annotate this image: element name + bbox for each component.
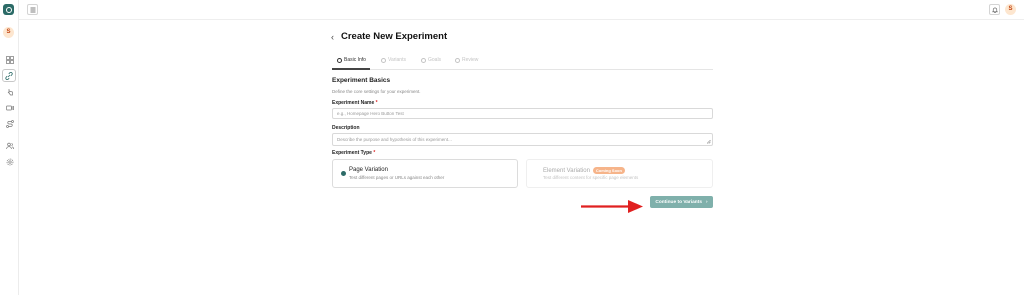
type-option-page-variation[interactable]: Page Variation Test different pages or U… <box>332 159 518 188</box>
settings-gear-icon[interactable] <box>0 155 19 168</box>
experiments-link-icon[interactable] <box>2 69 16 82</box>
experiment-type-label: Experiment Type * <box>332 150 375 156</box>
description-textarea[interactable] <box>332 133 713 146</box>
annotation-arrow-icon <box>581 200 643 213</box>
user-avatar[interactable]: S <box>1005 4 1016 15</box>
notifications-button[interactable] <box>989 4 1000 15</box>
back-chevron-left-icon[interactable]: ‹ <box>331 32 334 42</box>
step-circle-icon <box>337 57 342 63</box>
description-label: Description <box>332 125 360 131</box>
step-label: Basic Info <box>344 57 366 63</box>
step-circle-icon <box>381 57 386 63</box>
sidebar: S <box>0 0 19 295</box>
user-avatar-sidebar[interactable]: S <box>3 27 14 38</box>
step-basic-info[interactable]: Basic Info <box>337 57 366 63</box>
chevron-right-icon: › <box>706 199 708 205</box>
step-label: Variants <box>388 57 406 63</box>
type-option-title: Element Variation Coming Soon <box>543 167 625 174</box>
step-review[interactable]: Review <box>455 57 478 63</box>
experiment-type-label-text: Experiment Type <box>332 150 372 156</box>
continue-button-label: Continue to Variants <box>655 199 703 205</box>
top-bar: S <box>19 0 1024 20</box>
type-option-title: Page Variation <box>349 167 388 173</box>
required-mark: * <box>375 100 378 106</box>
coming-soon-badge: Coming Soon <box>592 167 625 174</box>
type-option-description: Test different content for specific page… <box>543 175 639 180</box>
dashboard-grid-icon[interactable] <box>0 53 19 66</box>
step-label: Goals <box>428 57 442 63</box>
selected-radio-icon[interactable] <box>341 171 346 176</box>
sidebar-toggle-button[interactable] <box>27 4 38 15</box>
app-logo[interactable] <box>3 4 14 15</box>
bell-icon <box>991 7 998 13</box>
route-icon[interactable] <box>0 117 19 130</box>
experiment-name-label-text: Experiment Name <box>332 100 375 106</box>
section-description: Define the core settings for your experi… <box>332 89 421 94</box>
stepper: Basic Info Variants Goals Review <box>332 54 713 70</box>
active-step-indicator <box>332 68 370 70</box>
required-mark: * <box>373 150 376 156</box>
type-option-element-variation: Element Variation Coming Soon Test differ… <box>526 159 713 188</box>
experiment-name-label: Experiment Name * <box>332 100 378 106</box>
continue-to-variants-button[interactable]: Continue to Variants › <box>650 196 713 208</box>
experiment-name-input[interactable] <box>332 108 713 119</box>
step-label: Review <box>462 57 479 63</box>
type-option-title-text: Element Variation <box>543 168 590 175</box>
menu-icon <box>30 7 35 12</box>
resize-handle-icon[interactable] <box>706 139 711 144</box>
section-title: Experiment Basics <box>332 77 391 84</box>
type-option-description: Test different pages or URLs against eac… <box>349 175 445 180</box>
users-icon[interactable] <box>0 139 19 152</box>
page-title: Create New Experiment <box>341 31 448 42</box>
step-circle-icon <box>421 57 426 63</box>
step-variants[interactable]: Variants <box>381 57 406 63</box>
step-goals[interactable]: Goals <box>421 57 441 63</box>
step-circle-icon <box>455 57 460 63</box>
pointer-icon[interactable] <box>0 85 19 98</box>
video-icon[interactable] <box>0 101 19 114</box>
